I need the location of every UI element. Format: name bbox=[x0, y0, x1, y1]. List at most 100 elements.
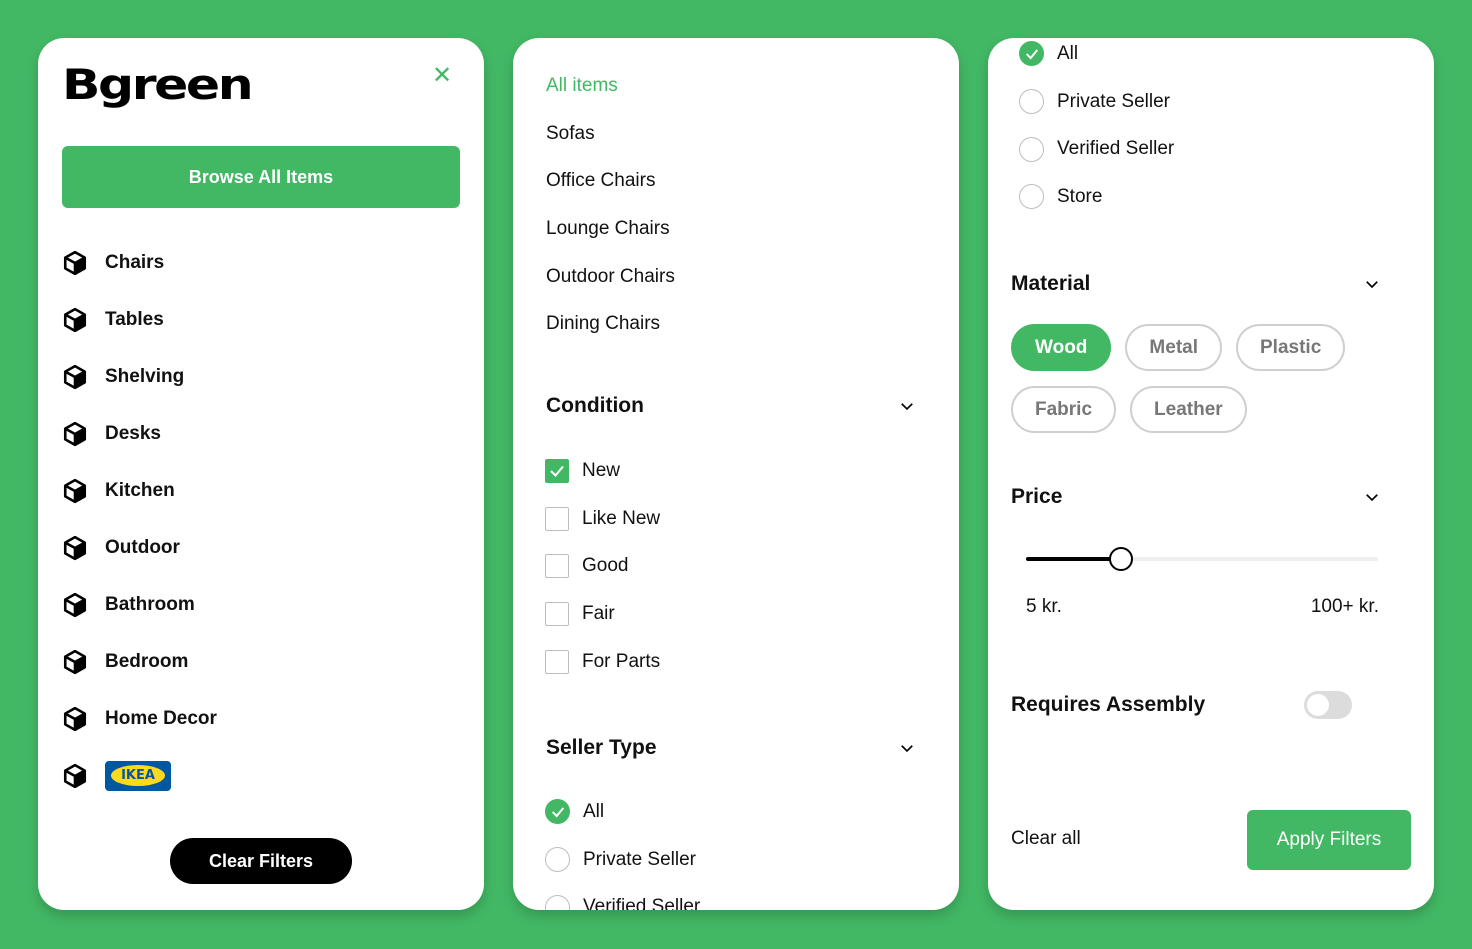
subcategory-item-sofas[interactable]: Sofas bbox=[546, 110, 675, 158]
seller-option-private-seller[interactable]: Private Seller bbox=[1019, 78, 1174, 126]
checkbox-label: Good bbox=[582, 555, 629, 577]
seller-option-private-seller[interactable]: Private Seller bbox=[545, 836, 700, 884]
condition-option-fair[interactable]: Fair bbox=[545, 590, 660, 638]
bgreen-logo[interactable]: Bgreen bbox=[62, 60, 254, 109]
condition-option-good[interactable]: Good bbox=[545, 542, 660, 590]
category-label: Chairs bbox=[105, 251, 165, 273]
radio-label: Private Seller bbox=[583, 848, 696, 870]
chevron-down-icon bbox=[901, 745, 913, 753]
chevron-down-icon bbox=[901, 403, 913, 411]
condition-title: Condition bbox=[546, 394, 644, 417]
box-icon bbox=[63, 592, 87, 617]
box-icon bbox=[63, 478, 87, 503]
radio-button[interactable] bbox=[1019, 41, 1044, 67]
category-label: Kitchen bbox=[105, 479, 175, 501]
chevron-down-icon bbox=[1366, 494, 1378, 502]
condition-option-for-parts[interactable]: For Parts bbox=[545, 638, 660, 686]
material-chip-fabric[interactable]: Fabric bbox=[1011, 386, 1117, 433]
clear-all-link[interactable]: Clear all bbox=[1011, 828, 1081, 850]
check-icon bbox=[550, 465, 564, 477]
category-item-home-decor[interactable]: Home Decor bbox=[62, 690, 217, 747]
filters-panel-right: All Private Seller Verified Seller Store… bbox=[988, 38, 1434, 910]
condition-section-header[interactable]: Condition bbox=[546, 394, 916, 418]
price-slider[interactable] bbox=[1026, 547, 1378, 571]
subcategory-item-dining-chairs[interactable]: Dining Chairs bbox=[546, 300, 675, 348]
subcategory-list: All items Sofas Office Chairs Lounge Cha… bbox=[546, 62, 675, 348]
box-icon bbox=[63, 649, 87, 674]
subcategory-item-outdoor-chairs[interactable]: Outdoor Chairs bbox=[546, 253, 675, 301]
material-chip-metal[interactable]: Metal bbox=[1125, 324, 1222, 371]
box-icon bbox=[63, 307, 87, 332]
apply-filters-button[interactable]: Apply Filters bbox=[1247, 810, 1411, 870]
subcategory-item-office-chairs[interactable]: Office Chairs bbox=[546, 157, 675, 205]
seller-option-verified-seller[interactable]: Verified Seller bbox=[1019, 125, 1174, 173]
close-icon[interactable]: ✕ bbox=[430, 64, 454, 88]
seller-option-store[interactable]: Store bbox=[1019, 173, 1174, 221]
category-item-bathroom[interactable]: Bathroom bbox=[62, 576, 217, 633]
toggle-knob bbox=[1307, 694, 1329, 716]
requires-assembly-toggle[interactable] bbox=[1304, 691, 1352, 719]
category-label: Bedroom bbox=[105, 650, 189, 672]
checkbox[interactable] bbox=[545, 554, 569, 579]
category-label: Tables bbox=[105, 308, 164, 330]
checkbox[interactable] bbox=[545, 506, 569, 531]
radio-button[interactable] bbox=[545, 799, 570, 825]
radio-button[interactable] bbox=[545, 847, 570, 873]
material-chip-wood[interactable]: Wood bbox=[1011, 324, 1112, 371]
seller-type-options-continued: All Private Seller Verified Seller Store bbox=[1019, 38, 1174, 221]
filters-panel-middle: All items Sofas Office Chairs Lounge Cha… bbox=[513, 38, 959, 910]
checkbox[interactable] bbox=[545, 649, 569, 674]
ikea-logo: IKEA bbox=[105, 760, 171, 791]
category-item-kitchen[interactable]: Kitchen bbox=[62, 462, 217, 519]
category-item-shelving[interactable]: Shelving bbox=[62, 348, 217, 405]
subcategory-item-lounge-chairs[interactable]: Lounge Chairs bbox=[546, 205, 675, 253]
material-chip-leather[interactable]: Leather bbox=[1130, 386, 1247, 433]
seller-option-all[interactable]: All bbox=[545, 788, 700, 836]
material-chip-plastic[interactable]: Plastic bbox=[1236, 324, 1346, 371]
material-section-header[interactable]: Material bbox=[1011, 272, 1381, 296]
check-icon bbox=[551, 807, 564, 818]
price-slider-fill bbox=[1026, 557, 1122, 561]
subcategory-item-all-items[interactable]: All items bbox=[546, 62, 675, 110]
box-icon bbox=[63, 250, 87, 275]
category-item-bedroom[interactable]: Bedroom bbox=[62, 633, 217, 690]
box-icon bbox=[63, 535, 87, 560]
seller-type-section-header[interactable]: Seller Type bbox=[546, 736, 916, 760]
check-icon bbox=[1025, 49, 1038, 60]
category-item-ikea[interactable]: IKEA bbox=[62, 747, 217, 804]
box-icon bbox=[63, 364, 87, 389]
checkbox[interactable] bbox=[545, 601, 569, 626]
category-panel: Bgreen ✕ Browse All Items Chairs Tables … bbox=[38, 38, 484, 910]
checkbox[interactable] bbox=[545, 458, 569, 483]
clear-filters-button[interactable]: Clear Filters bbox=[170, 838, 352, 884]
box-icon bbox=[63, 421, 87, 446]
category-item-tables[interactable]: Tables bbox=[62, 291, 217, 348]
radio-button[interactable] bbox=[1019, 184, 1044, 210]
checkbox-label: New bbox=[582, 459, 621, 481]
radio-button[interactable] bbox=[1019, 136, 1044, 162]
material-chips-row-1: Wood Metal Plastic bbox=[1011, 324, 1346, 371]
category-item-desks[interactable]: Desks bbox=[62, 405, 217, 462]
radio-label: All bbox=[583, 800, 605, 822]
price-slider-handle[interactable] bbox=[1109, 547, 1134, 571]
category-item-chairs[interactable]: Chairs bbox=[62, 234, 217, 291]
radio-button[interactable] bbox=[545, 894, 570, 910]
seller-option-verified-seller[interactable]: Verified Seller bbox=[545, 883, 700, 910]
category-label: Outdoor bbox=[105, 536, 180, 558]
condition-option-new[interactable]: New bbox=[545, 447, 660, 495]
requires-assembly-label: Requires Assembly bbox=[1011, 693, 1206, 716]
material-title: Material bbox=[1011, 272, 1091, 295]
radio-button[interactable] bbox=[1019, 89, 1044, 115]
ikea-logo-text: IKEA bbox=[111, 765, 165, 786]
seller-option-all[interactable]: All bbox=[1019, 38, 1174, 78]
price-section-header[interactable]: Price bbox=[1011, 485, 1381, 509]
price-min-label: 5 kr. bbox=[1026, 596, 1062, 617]
condition-option-like-new[interactable]: Like New bbox=[545, 495, 660, 543]
radio-label: Verified Seller bbox=[583, 896, 701, 910]
radio-label: Store bbox=[1057, 185, 1103, 207]
condition-options: New Like New Good Fair For Parts bbox=[545, 447, 660, 685]
seller-type-title: Seller Type bbox=[546, 736, 657, 759]
browse-all-button[interactable]: Browse All Items bbox=[62, 146, 460, 208]
category-item-outdoor[interactable]: Outdoor bbox=[62, 519, 217, 576]
price-max-label: 100+ kr. bbox=[1310, 596, 1379, 617]
